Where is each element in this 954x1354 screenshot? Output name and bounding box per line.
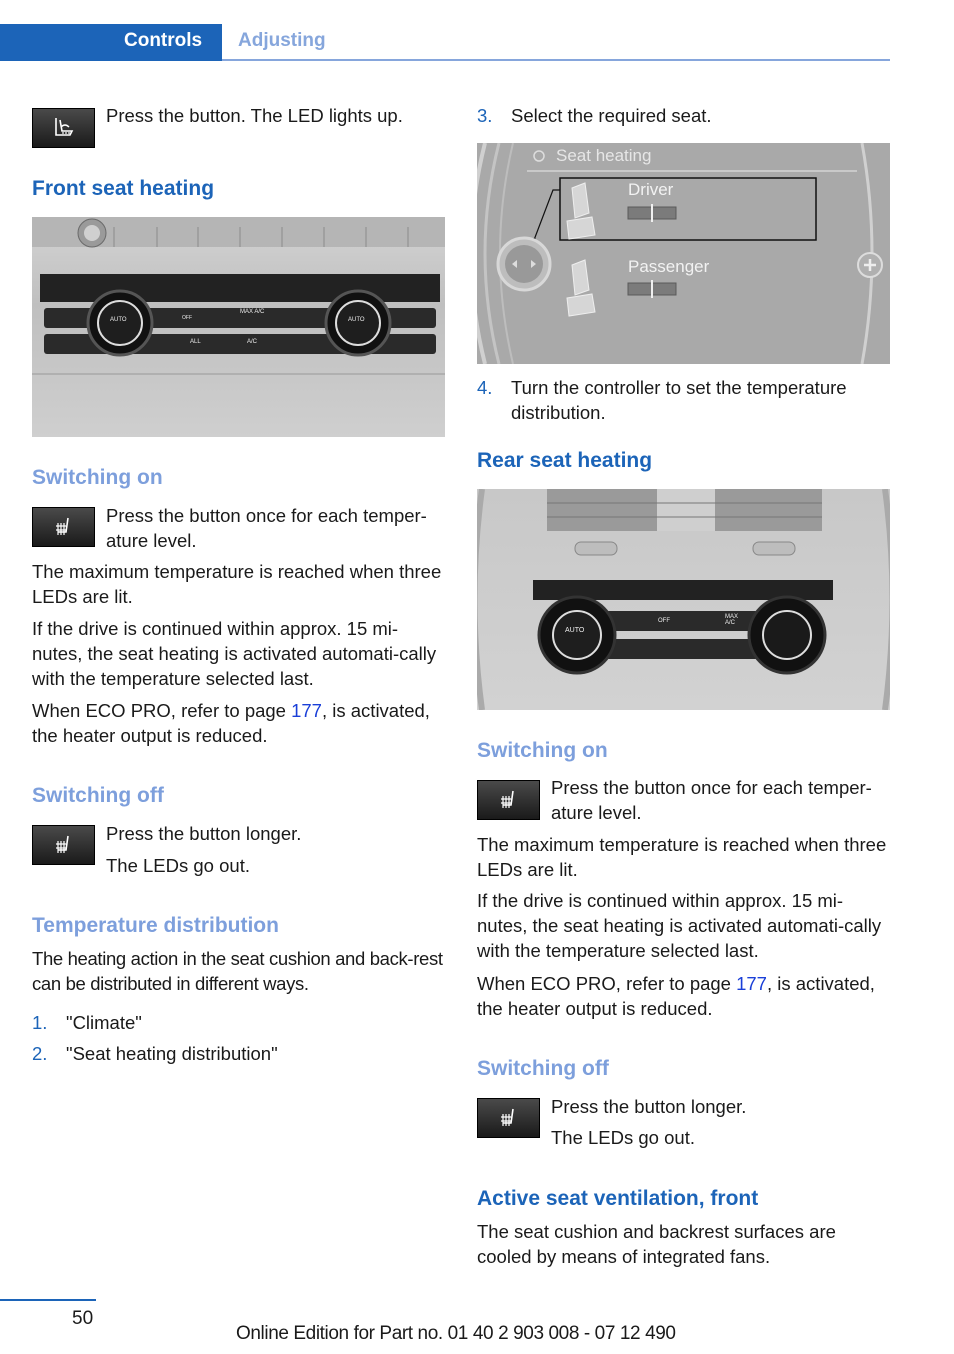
auto-activation-text-right: If the drive is continued within approx.… <box>477 890 882 961</box>
front-off-label: OFF <box>182 315 192 321</box>
eco-pro-text-before: When ECO PRO, refer to page <box>32 700 292 721</box>
step-2-number: 2. <box>32 1043 48 1064</box>
temperature-distribution-heading: Temperature distribution <box>32 914 279 937</box>
footer-rule <box>0 1299 96 1301</box>
active-seat-ventilation-heading: Active seat ventilation, front <box>477 1187 759 1210</box>
switching-off-heading-left: Switching off <box>32 784 164 807</box>
eco-pro-text-before: When ECO PRO, refer to page <box>477 973 737 994</box>
switching-off-heading-right: Switching off <box>477 1057 609 1080</box>
rear-max-ac-label: MAX A/C <box>725 614 739 626</box>
step-3-text: Select the required seat. <box>511 105 712 126</box>
seat-ventilation-icon <box>54 118 73 136</box>
eco-pro-text-left: When ECO PRO, refer to page 177, is acti… <box>32 698 452 748</box>
active-seat-ventilation-text: The seat cushion and backrest surfaces a… <box>477 1221 836 1267</box>
front-max-ac-label: MAX A/C <box>240 309 265 315</box>
idrive-seat-heating-screen: Seat heating Driver Passenger <box>477 143 890 364</box>
switching-on-heading-right: Switching on <box>477 739 608 762</box>
step-3-number: 3. <box>477 105 493 126</box>
page-link-177[interactable]: 177 <box>736 973 767 994</box>
front-seat-heating-heading: Front seat heating <box>32 177 215 200</box>
step-1-text: "Climate" <box>66 1012 142 1033</box>
step-1-number: 1. <box>32 1012 48 1033</box>
switching-off-line1-left: Press the button longer. <box>106 823 302 844</box>
step-4: 4. Turn the controller to set the tempera… <box>477 375 891 425</box>
idrive-title: Seat heating <box>556 146 652 165</box>
max-temperature-text-right: The maximum temperature is reached when … <box>477 834 887 880</box>
seat-heating-button <box>477 1098 540 1138</box>
header-section[interactable]: Controls <box>124 30 202 52</box>
rear-off-label: OFF <box>658 618 670 624</box>
rear-auto-label: AUTO <box>565 627 585 634</box>
seat-heating-icon <box>55 517 69 535</box>
step-3: 3. Select the required seat. <box>477 103 712 128</box>
eco-pro-text-right: When ECO PRO, refer to page 177, is acti… <box>477 971 897 1021</box>
seat-heating-icon <box>55 835 69 853</box>
switching-on-text-left: Press the button once for each temper-at… <box>106 505 427 551</box>
temperature-distribution-text: The heating action in the seat cushion a… <box>32 948 443 994</box>
seat-ventilation-button <box>32 108 95 148</box>
edition-text: Online Edition for Part no. 01 40 2 903 … <box>236 1323 676 1344</box>
idrive-option-passenger[interactable]: Passenger <box>628 257 709 277</box>
page-number: 50 <box>72 1308 94 1329</box>
step-4-number: 4. <box>477 377 493 398</box>
rear-climate-panel-figure: AUTO OFF MAX A/C <box>477 489 890 710</box>
front-climate-panel-figure: AUTO MAX A/C OFF ALL A/C AUTO <box>32 217 445 437</box>
switching-off-line1-right: Press the button longer. <box>551 1096 747 1117</box>
front-auto-left-label: AUTO <box>110 317 127 323</box>
header-rule <box>222 59 890 61</box>
max-temperature-text-left: The maximum temperature is reached when … <box>32 561 442 607</box>
page-link-177[interactable]: 177 <box>291 700 322 721</box>
header-subsection[interactable]: Adjusting <box>238 30 326 52</box>
auto-activation-text-left: If the drive is continued within approx.… <box>32 618 437 689</box>
switching-on-heading-left: Switching on <box>32 466 163 489</box>
step-1: 1. "Climate" <box>32 1010 142 1035</box>
front-ac-label: A/C <box>247 339 258 345</box>
rear-seat-heating-heading: Rear seat heating <box>477 449 653 472</box>
seat-heating-button <box>32 825 95 865</box>
switching-off-line2-left: The LEDs go out. <box>106 855 250 876</box>
front-all-label: ALL <box>190 339 201 345</box>
intro-text: Press the button. The LED lights up. <box>106 105 403 126</box>
seat-heating-button <box>477 780 540 820</box>
step-2-text: "Seat heating distribution" <box>66 1043 278 1064</box>
front-auto-right-label: AUTO <box>348 317 365 323</box>
step-4-text: Turn the controller to set the temperatu… <box>511 377 847 423</box>
seat-heating-button <box>32 507 95 547</box>
idrive-option-driver[interactable]: Driver <box>628 180 673 200</box>
step-2: 2. "Seat heating distribution" <box>32 1041 278 1066</box>
seat-heating-icon <box>500 790 514 808</box>
switching-on-text-right: Press the button once for each temper-at… <box>551 777 872 823</box>
seat-heating-icon <box>500 1108 514 1126</box>
switching-off-line2-right: The LEDs go out. <box>551 1127 695 1148</box>
